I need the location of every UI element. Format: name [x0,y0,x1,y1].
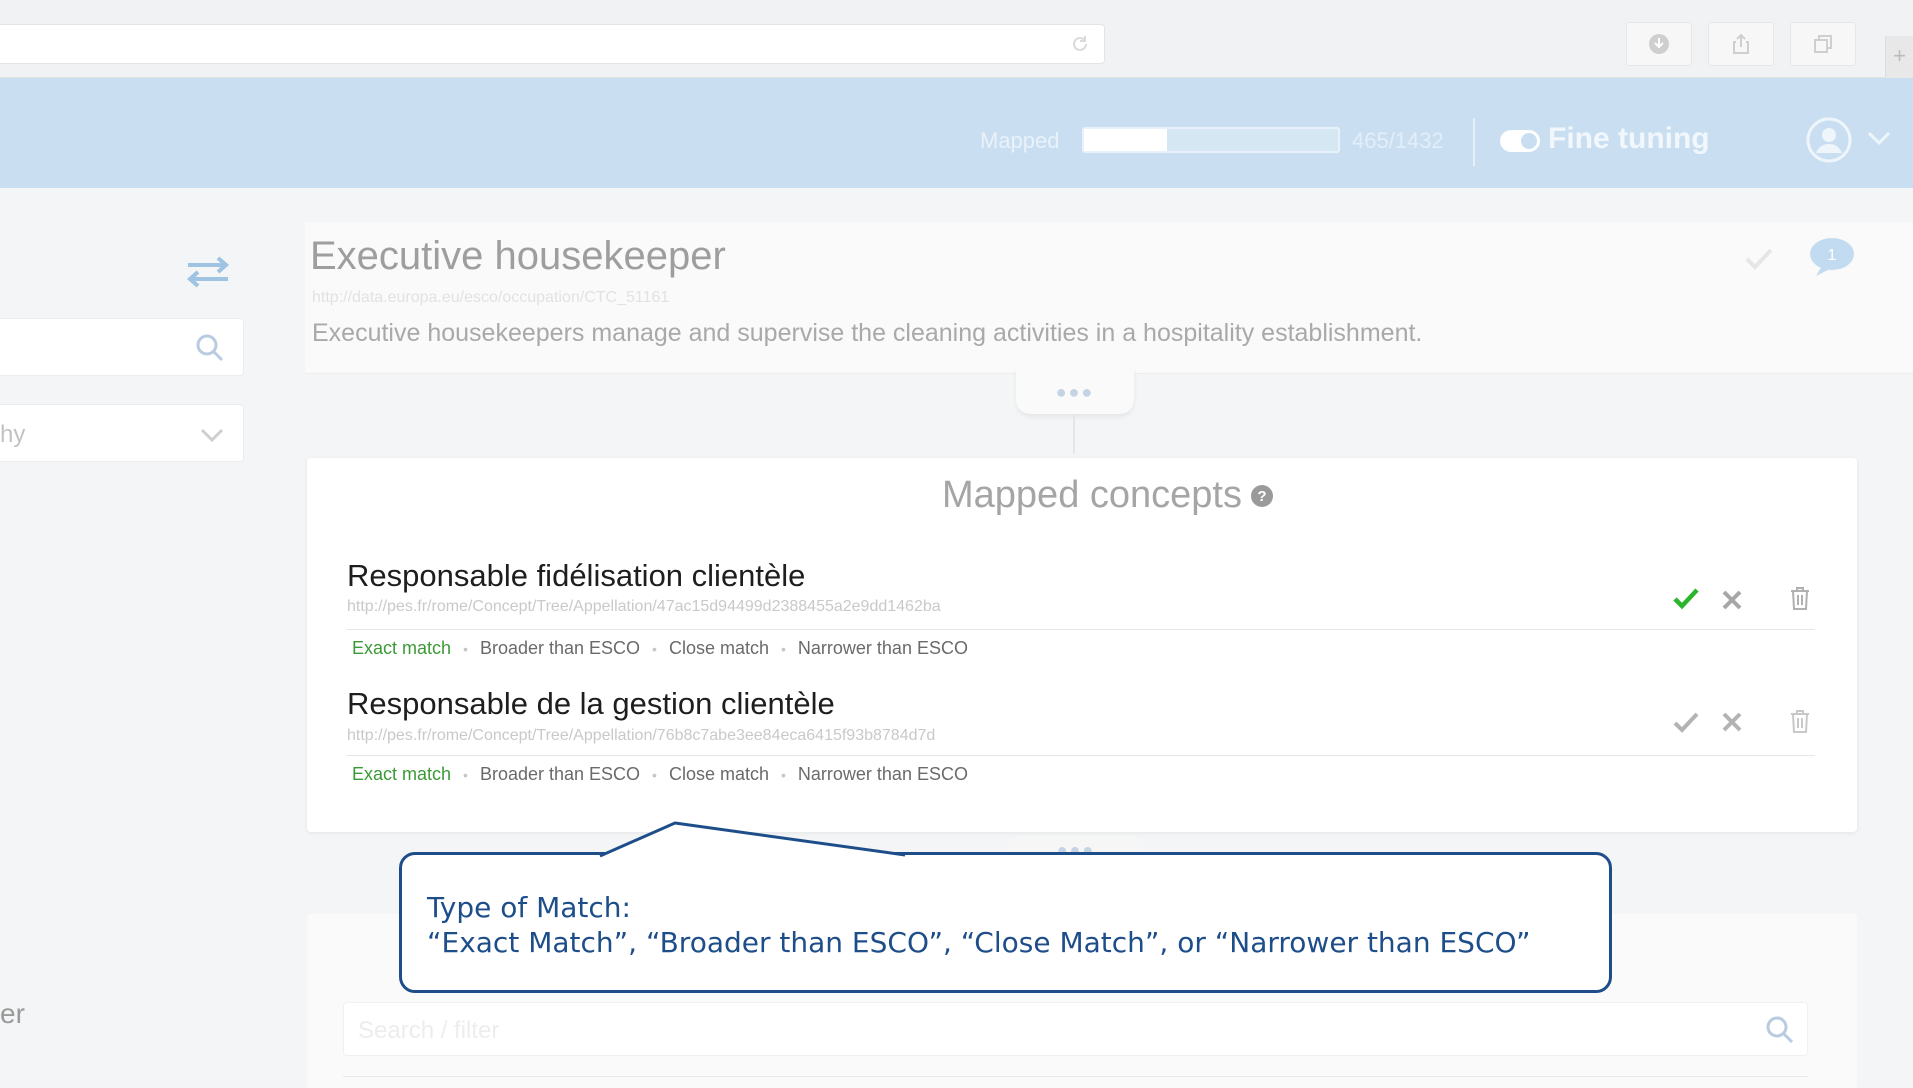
check-icon[interactable] [1744,246,1774,272]
match-option-close[interactable]: Close match [669,638,769,659]
hierarchy-select-value: hy [0,421,26,448]
match-separator: • [781,766,786,783]
match-separator: • [652,766,657,783]
mapping-progress-fill [1084,129,1167,151]
hierarchy-select[interactable]: hy [0,404,244,462]
mapping-progress-bar [1082,127,1340,153]
mapping-progress-count: 465/1432 [1352,128,1444,153]
match-separator: • [781,640,786,657]
user-icon[interactable] [1805,116,1853,164]
match-separator: • [463,766,468,783]
chevron-down-icon[interactable] [1866,130,1892,146]
close-icon[interactable] [1718,708,1746,736]
results-header [343,1076,1808,1088]
match-option-broader[interactable]: Broader than ESCO [480,638,640,659]
check-icon[interactable] [1672,708,1700,736]
filter-input[interactable]: Search / filter [343,1002,1808,1056]
close-icon[interactable] [1718,586,1746,614]
match-type-selector: Exact match • Broader than ESCO • Close … [352,764,968,785]
fine-tuning-toggle[interactable] [1500,130,1540,152]
address-bar[interactable] [0,24,1105,64]
occupation-uri[interactable]: http://data.europa.eu/esco/occupation/CT… [312,289,669,307]
callout-text: Type of Match: “Exact Match”, “Broader t… [427,890,1531,960]
header-divider [1473,118,1475,166]
svg-text:?: ? [1257,488,1266,505]
match-option-exact[interactable]: Exact match [352,638,451,659]
help-icon[interactable]: ? [1250,484,1274,508]
match-separator: • [652,640,657,657]
concept-name: Responsable de la gestion clientèle [347,686,835,721]
expand-connector[interactable]: ●●● [1016,366,1134,414]
occupation-description: Executive housekeepers manage and superv… [312,319,1423,347]
match-option-narrower[interactable]: Narrower than ESCO [798,764,968,785]
concept-uri[interactable]: http://pes.fr/rome/Concept/Tree/Appellat… [347,727,935,745]
more-icon: ●●● [1055,382,1095,402]
search-icon[interactable] [195,333,225,363]
callout-line-1: Type of Match: [427,891,631,924]
check-icon[interactable] [1672,584,1700,612]
tabs-button[interactable] [1790,22,1856,66]
trash-icon[interactable] [1786,707,1814,735]
download-icon [1649,34,1669,54]
fine-tuning-label[interactable]: Fine tuning [1548,122,1710,156]
download-button[interactable] [1626,22,1692,66]
concept-uri[interactable]: http://pes.fr/rome/Concept/Tree/Appellat… [347,598,941,616]
concept-name: Responsable fidélisation clientèle [347,558,806,593]
mapped-concepts-title: Mapped concepts [942,474,1242,516]
search-icon[interactable] [1765,1015,1795,1045]
browser-toolbar: + [0,0,1913,78]
concept-divider [347,629,1815,630]
occupation-title: Executive housekeeper [310,234,726,278]
trash-icon[interactable] [1786,584,1814,612]
mapped-label: Mapped [980,128,1060,153]
duplicate-icon [1814,35,1832,53]
share-icon [1733,33,1749,54]
sidebar-list-item[interactable]: er [0,998,25,1030]
match-separator: • [463,640,468,657]
callout-line-2: “Exact Match”, “Broader than ESCO”, “Clo… [427,926,1531,959]
new-tab-button[interactable]: + [1885,36,1913,78]
concept-divider [347,755,1815,756]
connector-line [1073,414,1075,454]
reload-icon[interactable] [1070,34,1090,54]
match-option-narrower[interactable]: Narrower than ESCO [798,638,968,659]
match-option-broader[interactable]: Broader than ESCO [480,764,640,785]
match-option-close[interactable]: Close match [669,764,769,785]
sidebar-search-input[interactable] [0,318,244,376]
share-button[interactable] [1708,22,1774,66]
match-type-selector: Exact match • Broader than ESCO • Close … [352,638,968,659]
svg-text:1: 1 [1828,247,1837,264]
chevron-down-icon [200,428,224,443]
comment-icon[interactable]: 1 [1808,236,1856,278]
filter-placeholder: Search / filter [358,1017,500,1044]
swap-icon[interactable] [184,254,232,288]
match-option-exact[interactable]: Exact match [352,764,451,785]
